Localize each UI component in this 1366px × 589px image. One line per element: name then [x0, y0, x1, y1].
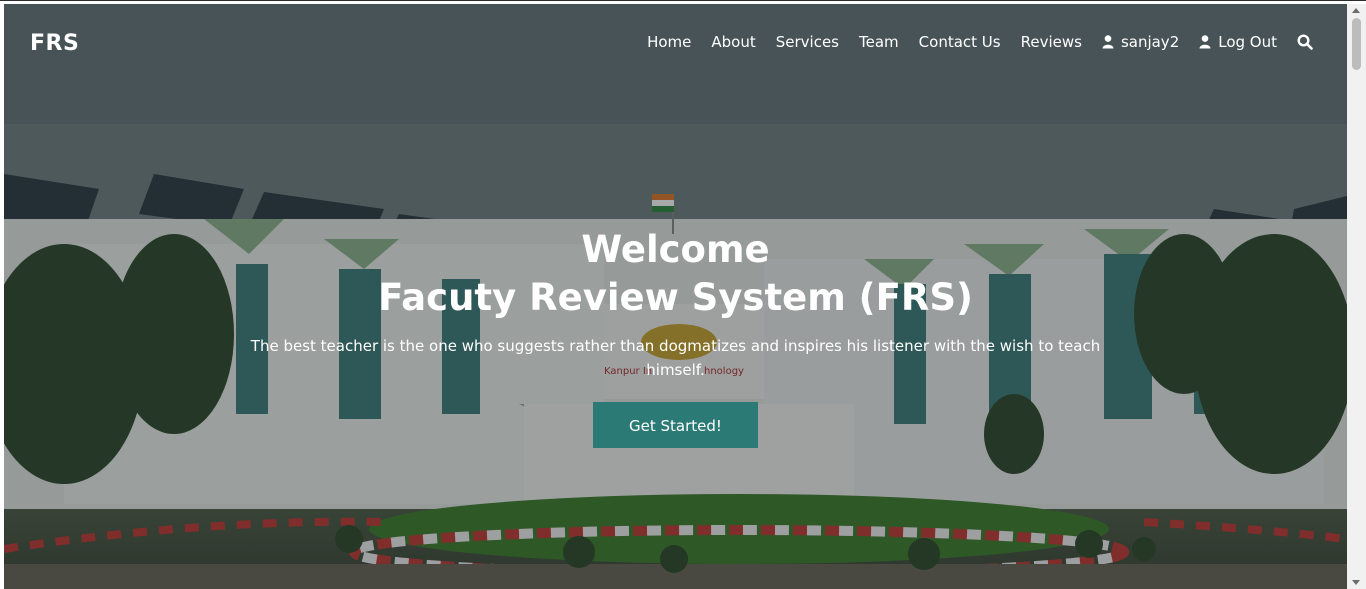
page-scrollbar[interactable] [1347, 4, 1366, 589]
hero-title-welcome: Welcome [581, 228, 770, 271]
user-name: sanjay2 [1120, 33, 1180, 51]
nav-link-team[interactable]: Team [859, 33, 899, 51]
user-icon [1199, 35, 1211, 49]
scroll-down-arrow-icon[interactable] [1352, 580, 1360, 585]
hero-title: Welcome Facuty Review System (FRS) [4, 226, 1347, 322]
nav-logout[interactable]: Log Out [1199, 33, 1277, 51]
nav-link-services[interactable]: Services [776, 33, 839, 51]
main-nav: Home About Services Team Contact Us Revi… [647, 33, 1313, 51]
hero-section: Kanpur In hnology FRS Home About Service… [4, 4, 1347, 589]
nav-search-button[interactable] [1297, 34, 1313, 50]
nav-link-reviews[interactable]: Reviews [1021, 33, 1082, 51]
hero-title-system-name: Facuty Review System (FRS) [378, 276, 973, 319]
logout-label: Log Out [1218, 33, 1277, 51]
hero-content: Welcome Facuty Review System (FRS) The b… [4, 226, 1347, 448]
search-icon [1297, 34, 1313, 50]
nav-link-about[interactable]: About [711, 33, 755, 51]
nav-link-contact-us[interactable]: Contact Us [919, 33, 1001, 51]
scroll-up-arrow-icon[interactable] [1352, 8, 1360, 13]
user-icon [1102, 35, 1114, 49]
get-started-button[interactable]: Get Started! [593, 402, 758, 448]
nav-link-home[interactable]: Home [647, 33, 691, 51]
hero-tagline: The best teacher is the one who suggests… [250, 337, 1101, 379]
scrollbar-thumb[interactable] [1352, 18, 1361, 70]
brand-logo[interactable]: FRS [30, 31, 79, 56]
nav-user-profile[interactable]: sanjay2 [1102, 33, 1179, 51]
